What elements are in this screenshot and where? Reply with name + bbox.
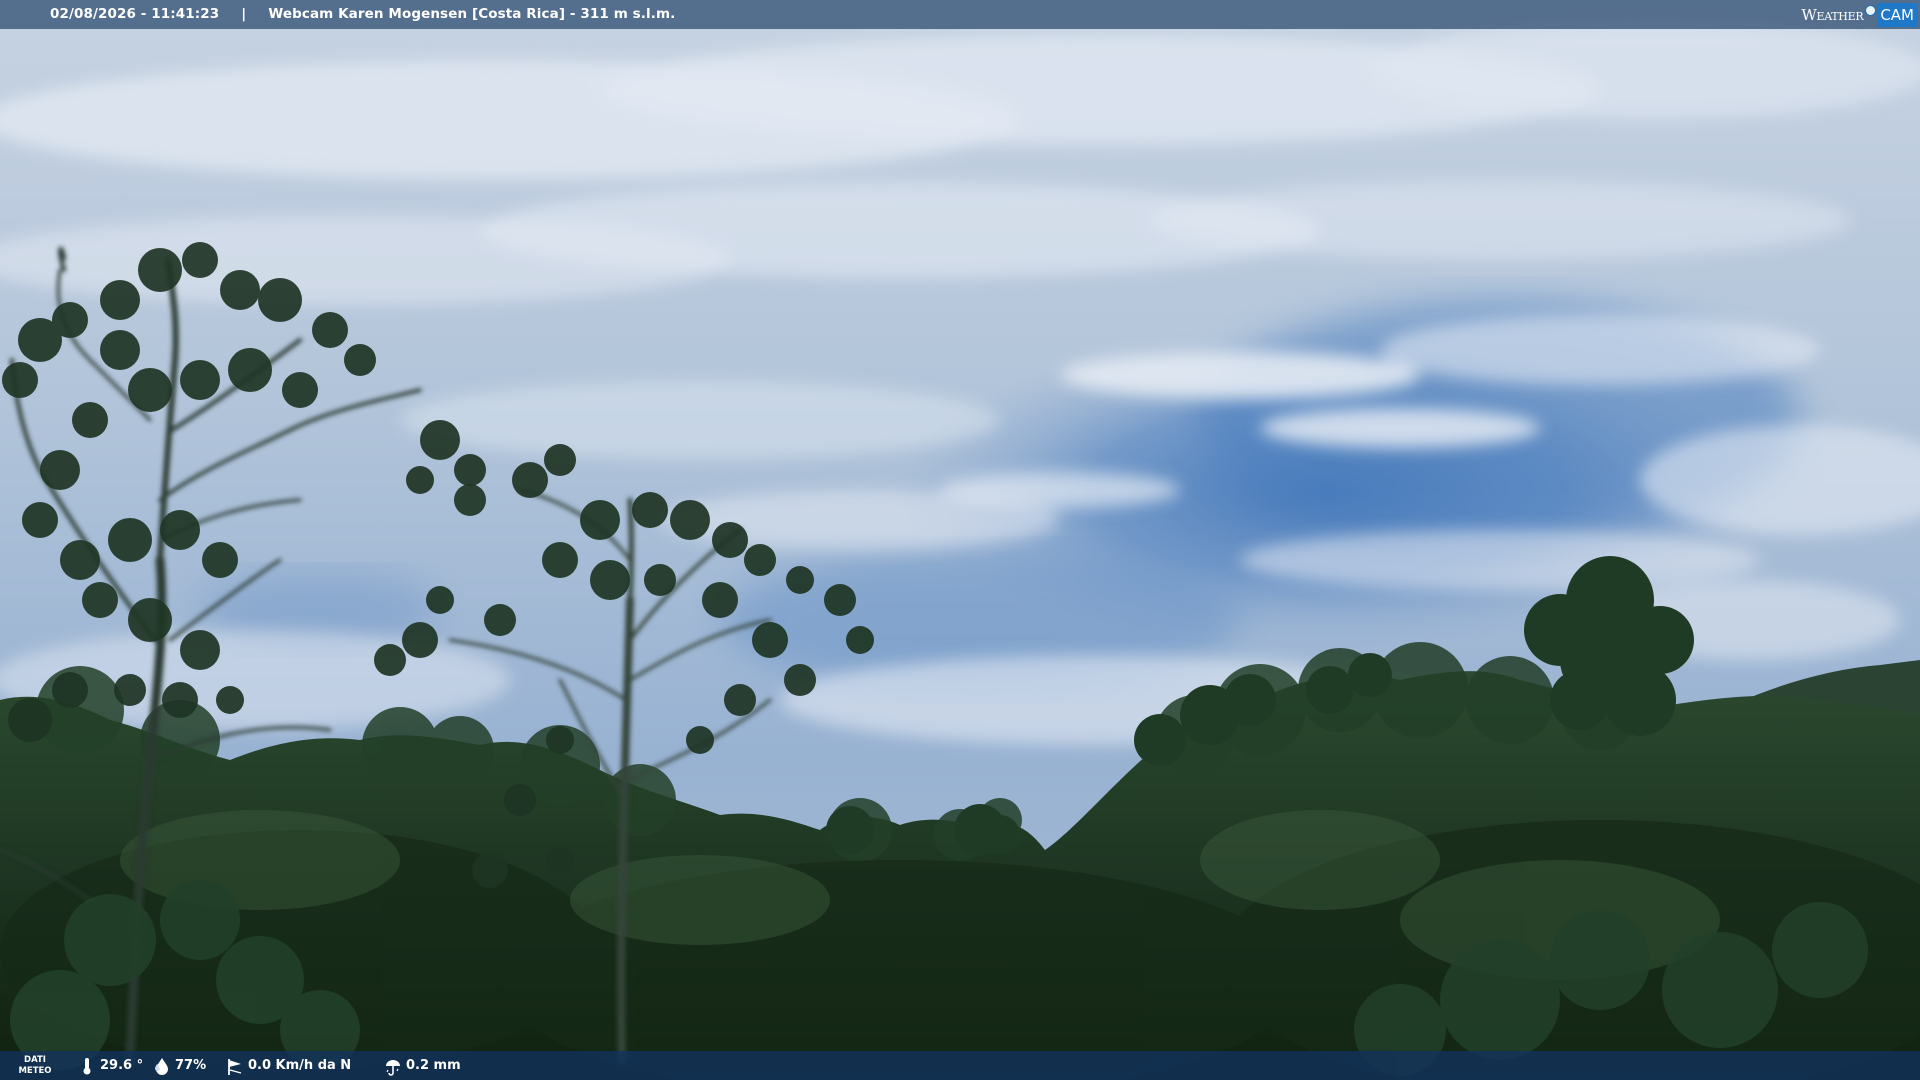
webcam-image [0,0,1920,1080]
wind-readout: 0.0 Km/h da N [226,1051,351,1080]
humidity-value: 77% [175,1058,207,1073]
logo-dot-icon [1865,5,1877,16]
rain-icon [384,1056,402,1076]
humidity-readout: 77% [153,1051,206,1080]
rain-readout: 0.2 mm [384,1051,461,1080]
webcam-location: Webcam Karen Mogensen [Costa Rica] - 311… [268,6,676,22]
dati-meteo-line2: METEO [18,1066,52,1076]
wind-value: 0.0 Km/h da N [248,1058,352,1073]
humidity-icon [153,1056,171,1076]
logo-weather-text: Weather [1801,5,1864,24]
logo-cam-text: CAM [1877,2,1918,27]
temperature-value: 29.6 ° [100,1058,144,1073]
temperature-readout: 29.6 ° [78,1051,143,1080]
top-overlay-bar: 02/08/2026 - 11:41:23 | Webcam Karen Mogen… [0,0,1920,29]
weathercam-logo: Weather CAM [1801,2,1918,27]
wind-icon [226,1056,244,1076]
rain-value: 0.2 mm [406,1058,461,1073]
caption-separator: | [241,6,247,22]
weather-data-bar: DATI METEO 29.6 ° 77% 0.0 Km/h da N 0.2 … [0,1051,1920,1080]
webcam-caption: 02/08/2026 - 11:41:23 | Webcam Karen Mogen… [50,0,675,29]
thermometer-icon [78,1056,96,1076]
dati-meteo-label: DATI METEO [18,1055,52,1077]
capture-datetime: 02/08/2026 - 11:41:23 [50,6,220,22]
dati-meteo-line1: DATI [24,1055,46,1065]
